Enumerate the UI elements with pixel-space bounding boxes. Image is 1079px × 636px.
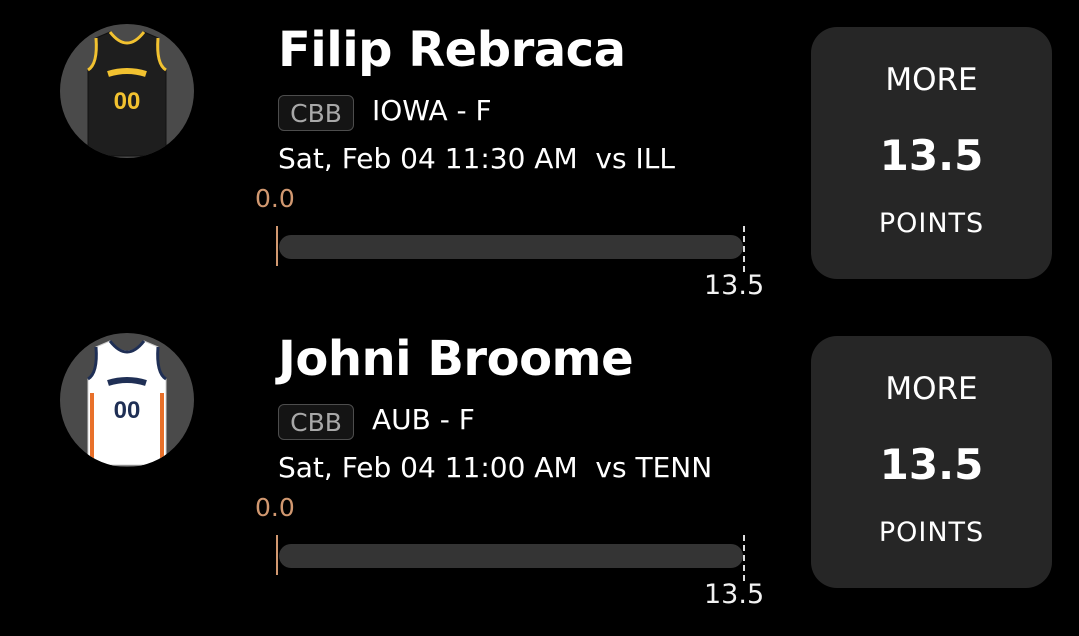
current-marker (276, 535, 278, 575)
line-value: 13.5 (704, 579, 765, 610)
pick-stat: POINTS (878, 208, 985, 239)
pick-stat: POINTS (878, 517, 985, 548)
league-badge: CBB (278, 404, 354, 440)
player-name: Filip Rebraca (278, 22, 626, 78)
current-marker (276, 226, 278, 266)
pick-button[interactable]: MORE 13.5 POINTS (811, 27, 1052, 279)
pick-value: 13.5 (879, 131, 984, 180)
player-card[interactable]: 00 Johni Broome CBB AUB - F Sat, Feb 04 … (0, 309, 1079, 610)
jersey-avatar: 00 (60, 24, 194, 158)
game-time: Sat, Feb 04 11:30 AM vs ILL (278, 142, 675, 175)
league-badge: CBB (278, 95, 354, 131)
current-value: 0.0 (255, 493, 295, 522)
line-marker (743, 535, 745, 581)
line-marker (743, 226, 745, 272)
team-position: AUB - F (372, 403, 475, 436)
jersey-number: 00 (114, 397, 141, 424)
jersey-icon: 00 (87, 31, 167, 157)
player-name: Johni Broome (278, 331, 634, 387)
pick-direction: MORE (885, 62, 978, 98)
progress-track (279, 235, 743, 259)
line-value: 13.5 (704, 270, 765, 301)
jersey-number: 00 (114, 88, 141, 115)
jersey-avatar: 00 (60, 333, 194, 467)
pick-direction: MORE (885, 371, 978, 407)
current-value: 0.0 (255, 184, 295, 213)
game-time: Sat, Feb 04 11:00 AM vs TENN (278, 451, 713, 484)
jersey-icon: 00 (87, 340, 167, 466)
pick-value: 13.5 (879, 440, 984, 489)
progress-track (279, 544, 743, 568)
player-card[interactable]: 00 Filip Rebraca CBB IOWA - F Sat, Feb 0… (0, 0, 1079, 301)
team-position: IOWA - F (372, 94, 492, 127)
pick-button[interactable]: MORE 13.5 POINTS (811, 336, 1052, 588)
